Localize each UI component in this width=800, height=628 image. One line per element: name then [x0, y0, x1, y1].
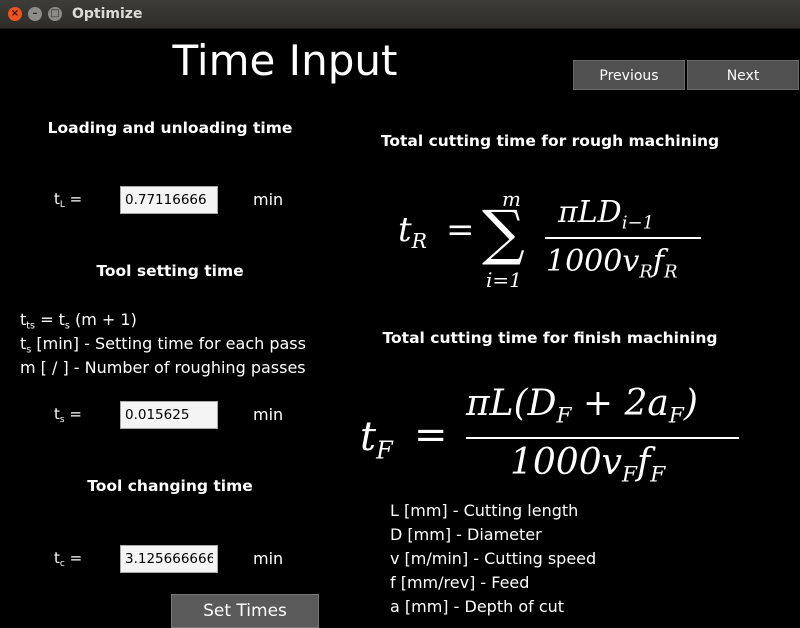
rough-heading: Total cutting time for rough machining: [380, 132, 720, 150]
finish-formula-equals: =: [414, 412, 448, 458]
finish-fraction-bar: [466, 437, 739, 439]
legend-item: L [mm] - Cutting length: [390, 501, 579, 520]
minimize-icon[interactable]: –: [28, 7, 42, 21]
maximize-icon[interactable]: □: [48, 7, 62, 21]
legend-item: D [mm] - Diameter: [390, 525, 542, 544]
page-title: Time Input: [172, 36, 398, 85]
finish-formula-lhs: tF: [360, 414, 393, 465]
rough-fraction-bar: [545, 237, 701, 239]
tool-changing-unit: min: [253, 549, 284, 568]
rough-numerator: πLDi−1: [558, 195, 654, 234]
finish-numerator: πL(DF + 2aF): [466, 383, 698, 429]
loading-time-input[interactable]: [120, 186, 218, 214]
tool-setting-label: ts =: [54, 405, 82, 426]
legend-item: v [m/min] - Cutting speed: [390, 549, 597, 568]
close-icon[interactable]: ×: [8, 7, 22, 21]
sum-lower-limit: i=1: [486, 268, 522, 292]
window-title: Optimize: [72, 6, 143, 22]
finish-heading: Total cutting time for finish machining: [382, 329, 718, 347]
tool-setting-unit: min: [253, 405, 284, 424]
tool-changing-time-input[interactable]: [120, 545, 218, 573]
set-times-button[interactable]: Set Times: [171, 594, 319, 628]
sum-icon: ∑: [482, 198, 525, 268]
rough-denominator: 1000vRfR: [546, 244, 678, 283]
loading-unit: min: [253, 190, 284, 209]
tool-setting-time-input[interactable]: [120, 401, 218, 429]
loading-label: tL =: [54, 190, 83, 211]
tool-changing-heading: Tool changing time: [87, 477, 253, 495]
tool-setting-heading: Tool setting time: [96, 262, 244, 280]
legend-item: a [mm] - Depth of cut: [390, 597, 565, 616]
legend-item: f [mm/rev] - Feed: [390, 573, 530, 592]
tool-changing-label: tc =: [54, 549, 83, 570]
next-button[interactable]: Next: [687, 60, 799, 90]
rough-formula-lhs: tR: [398, 210, 428, 254]
finish-denominator: 1000vFfF: [510, 442, 666, 488]
roughing-passes-desc: m [ / ] - Number of roughing passes: [20, 358, 306, 377]
loading-heading: Loading and unloading time: [47, 119, 293, 137]
previous-button[interactable]: Previous: [573, 60, 685, 90]
rough-formula-equals: =: [446, 210, 475, 250]
window-titlebar: × – □ Optimize: [0, 0, 800, 29]
